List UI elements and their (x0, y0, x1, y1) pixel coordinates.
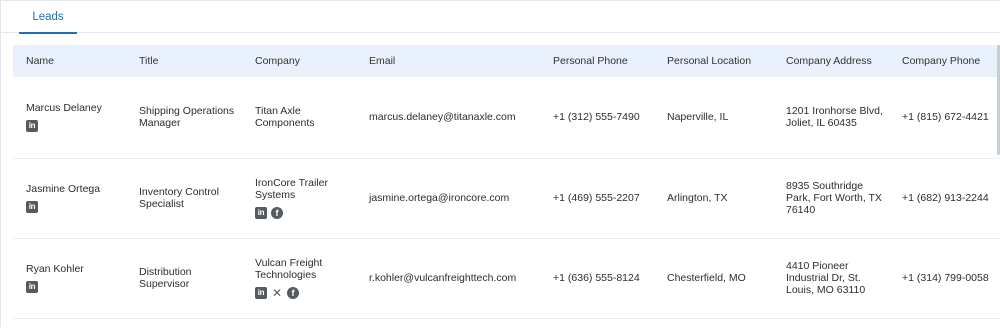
social-links: in (26, 281, 120, 293)
table-row[interactable]: Ryan Kohler in Distribution Supervisor V… (13, 238, 1000, 318)
linkedin-icon[interactable]: in (26, 281, 38, 293)
lead-personal-location-cell: Naperville, IL (654, 77, 769, 158)
lead-title: Inventory Control Specialist (139, 186, 219, 210)
lead-personal-location: Chesterfield, MO (667, 272, 746, 284)
lead-title: Shipping Operations Manager (139, 105, 235, 130)
leads-panel: Leads Name Title Company Email Personal … (0, 0, 1000, 327)
column-header-company[interactable]: Company (242, 45, 356, 77)
leads-table: Name Title Company Email Personal Phone … (13, 45, 1000, 319)
lead-email[interactable]: marcus.delaney@titanaxle.com (369, 111, 534, 123)
lead-company-phone-cell: +1 (682) 913-2244 (889, 158, 1000, 238)
lead-company-phone[interactable]: +1 (682) 913-2244 (902, 192, 1000, 204)
column-header-company-address[interactable]: Company Address (769, 45, 889, 77)
lead-name[interactable]: Ryan Kohler (26, 263, 120, 275)
lead-personal-location-cell: Chesterfield, MO (654, 238, 769, 318)
lead-personal-location: Arlington, TX (667, 192, 728, 204)
column-header-name[interactable]: Name (13, 45, 126, 77)
lead-personal-phone-cell: +1 (469) 555-2207 (540, 158, 654, 238)
column-header-email[interactable]: Email (356, 45, 540, 77)
column-header-title[interactable]: Title (126, 45, 242, 77)
lead-company-cell: IronCore Trailer Systems in f (242, 158, 356, 238)
column-header-company-phone[interactable]: Company Phone (889, 45, 1000, 77)
column-header-personal-location[interactable]: Personal Location (654, 45, 769, 77)
lead-company-phone-cell: +1 (815) 672-4421 (889, 77, 1000, 158)
social-links: in (26, 120, 120, 133)
lead-company-phone[interactable]: +1 (314) 799-0058 (902, 272, 1000, 284)
social-links: in ✕ f (255, 287, 350, 299)
lead-personal-location-cell: Arlington, TX (654, 158, 769, 238)
linkedin-icon[interactable]: in (26, 201, 38, 213)
lead-personal-phone-cell: +1 (636) 555-8124 (540, 238, 654, 318)
lead-name[interactable]: Marcus Delaney (26, 102, 120, 114)
lead-company-address: 4410 Pioneer Industrial Dr, St. Louis, M… (786, 260, 866, 296)
leads-table-container: Name Title Company Email Personal Phone … (13, 45, 1000, 328)
tab-leads[interactable]: Leads (19, 1, 77, 34)
lead-name-cell: Ryan Kohler in (13, 238, 126, 318)
lead-name-cell: Marcus Delaney in (13, 77, 126, 158)
lead-name[interactable]: Jasmine Ortega (26, 183, 120, 195)
facebook-icon[interactable]: f (287, 287, 299, 299)
lead-company-address-cell: 8935 Southridge Park, Fort Worth, TX 761… (769, 158, 889, 238)
lead-company-address: 8935 Southridge Park, Fort Worth, TX 761… (786, 180, 882, 216)
lead-company: IronCore Trailer Systems (255, 177, 328, 201)
linkedin-icon[interactable]: in (255, 207, 267, 219)
lead-name-cell: Jasmine Ortega in (13, 158, 126, 238)
table-row[interactable]: Marcus Delaney in Shipping Operations Ma… (13, 77, 1000, 158)
lead-company-address: 1201 Ironhorse Blvd, Joliet, IL 60435 (786, 105, 883, 130)
facebook-icon[interactable]: f (271, 207, 283, 219)
lead-company-cell: Vulcan Freight Technologies in ✕ f (242, 238, 356, 318)
lead-personal-phone[interactable]: +1 (469) 555-2207 (553, 192, 648, 204)
tab-bar: Leads (1, 1, 1000, 34)
lead-personal-phone[interactable]: +1 (312) 555-7490 (553, 111, 648, 123)
linkedin-icon[interactable]: in (255, 287, 267, 299)
table-row[interactable]: Jasmine Ortega in Inventory Control Spec… (13, 158, 1000, 238)
lead-title-cell: Distribution Supervisor (126, 238, 242, 318)
lead-company-phone[interactable]: +1 (815) 672-4421 (902, 111, 1000, 123)
column-header-personal-phone[interactable]: Personal Phone (540, 45, 654, 77)
social-links: in (26, 201, 120, 213)
lead-personal-phone-cell: +1 (312) 555-7490 (540, 77, 654, 158)
lead-email-cell: r.kohler@vulcanfreighttech.com (356, 238, 540, 318)
table-header-row: Name Title Company Email Personal Phone … (13, 45, 1000, 77)
linkedin-icon[interactable]: in (26, 120, 38, 133)
lead-company-cell: Titan Axle Components (242, 77, 356, 158)
lead-personal-phone[interactable]: +1 (636) 555-8124 (553, 272, 648, 284)
lead-personal-location: Naperville, IL (667, 111, 729, 124)
lead-company-phone-cell: +1 (314) 799-0058 (889, 238, 1000, 318)
lead-email[interactable]: jasmine.ortega@ironcore.com (369, 192, 534, 204)
lead-title-cell: Inventory Control Specialist (126, 158, 242, 238)
social-links: in f (255, 207, 350, 219)
lead-email-cell: marcus.delaney@titanaxle.com (356, 77, 540, 158)
lead-email-cell: jasmine.ortega@ironcore.com (356, 158, 540, 238)
lead-title-cell: Shipping Operations Manager (126, 77, 242, 158)
x-icon[interactable]: ✕ (271, 287, 283, 299)
lead-company: Vulcan Freight Technologies (255, 257, 323, 281)
lead-company-address-cell: 1201 Ironhorse Blvd, Joliet, IL 60435 (769, 77, 889, 158)
lead-email[interactable]: r.kohler@vulcanfreighttech.com (369, 272, 534, 284)
lead-title: Distribution Supervisor (139, 266, 192, 290)
lead-company: Titan Axle Components (255, 105, 315, 130)
lead-company-address-cell: 4410 Pioneer Industrial Dr, St. Louis, M… (769, 238, 889, 318)
